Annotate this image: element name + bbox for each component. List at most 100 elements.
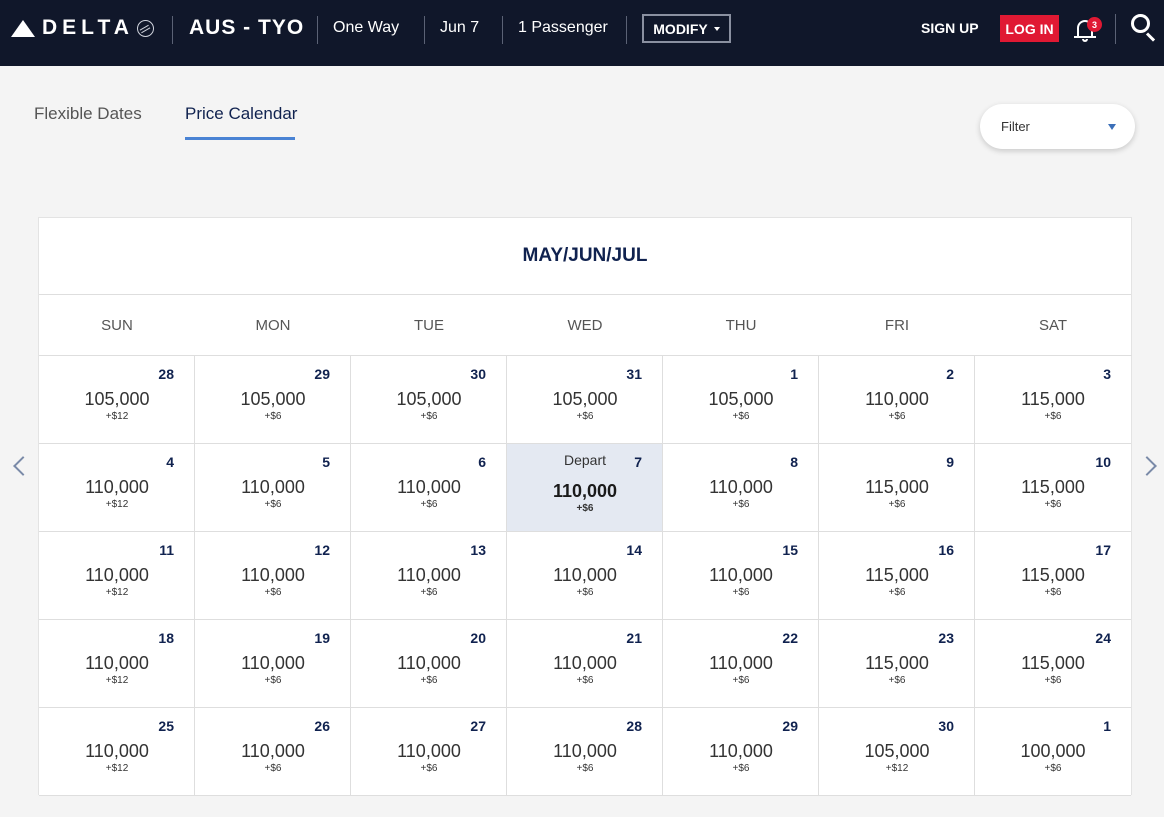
day-number: 12: [314, 542, 330, 558]
tax-fee: +$6: [264, 499, 282, 510]
tax-fee: +$6: [576, 675, 594, 686]
calendar-day-cell[interactable]: 13 110,000 +$6: [351, 532, 507, 620]
tab-price-calendar[interactable]: Price Calendar: [185, 104, 297, 124]
calendar-day-cell[interactable]: 2 110,000 +$6: [819, 356, 975, 444]
miles-price: 115,000: [1021, 565, 1085, 585]
tax-fee: +$6: [576, 587, 594, 598]
miles-price: 105,000: [84, 389, 150, 409]
search-icon[interactable]: [1131, 14, 1157, 42]
calendar-day-cell[interactable]: 17 115,000 +$6: [975, 532, 1131, 620]
calendar-day-cell[interactable]: 10 115,000 +$6: [975, 444, 1131, 532]
trip-type-label: One Way: [333, 19, 400, 36]
tax-fee: +$6: [888, 675, 906, 686]
day-number: 11: [159, 542, 174, 558]
calendar-day-cell[interactable]: 27 110,000 +$6: [351, 708, 507, 796]
filter-label: Filter: [1001, 119, 1030, 134]
calendar-day-cell[interactable]: 24 115,000 +$6: [975, 620, 1131, 708]
calendar-day-cell[interactable]: 28 105,000 +$12: [39, 356, 195, 444]
calendar-day-cell[interactable]: 6 110,000 +$6: [351, 444, 507, 532]
calendar-day-cell[interactable]: 12 110,000 +$6: [195, 532, 351, 620]
day-number: 10: [1095, 454, 1111, 470]
day-number: 24: [1095, 630, 1111, 646]
modify-button[interactable]: MODIFY: [642, 14, 731, 43]
calendar-day-cell[interactable]: 3 115,000 +$6: [975, 356, 1131, 444]
day-number: 19: [314, 630, 330, 646]
day-number: 13: [470, 542, 486, 558]
day-number: 30: [470, 366, 486, 382]
miles-price: 105,000: [240, 389, 306, 409]
calendar-day-cell-selected[interactable]: Depart 7 110,000 +$6: [507, 444, 663, 532]
day-number: 17: [1095, 542, 1111, 558]
miles-price: 110,000: [553, 565, 617, 585]
sign-up-link[interactable]: SIGN UP: [921, 20, 979, 36]
delta-logo[interactable]: DELTA: [11, 16, 154, 40]
calendar-day-cell[interactable]: 1 100,000 +$6: [975, 708, 1131, 796]
calendar-day-cell[interactable]: 16 115,000 +$6: [819, 532, 975, 620]
day-number: 14: [626, 542, 642, 558]
tax-fee: +$6: [732, 499, 750, 510]
calendar-day-cell[interactable]: 20 110,000 +$6: [351, 620, 507, 708]
day-number: 8: [790, 454, 798, 470]
calendar-day-cell[interactable]: 14 110,000 +$6: [507, 532, 663, 620]
miles-price: 115,000: [865, 565, 929, 585]
previous-week-arrow[interactable]: [12, 453, 33, 479]
miles-price: 115,000: [865, 477, 929, 497]
tax-fee: +$6: [888, 587, 906, 598]
day-number: 16: [938, 542, 954, 558]
calendar-month-title: MAY/JUN/JUL: [39, 218, 1131, 295]
day-number: 9: [946, 454, 954, 470]
day-number: 20: [470, 630, 486, 646]
header-divider: [626, 16, 627, 44]
caret-down-icon: [1108, 124, 1116, 130]
calendar-day-cell[interactable]: 4 110,000 +$12: [39, 444, 195, 532]
calendar-day-cell[interactable]: 29 105,000 +$6: [195, 356, 351, 444]
miles-price: 110,000: [709, 477, 773, 497]
miles-price: 110,000: [709, 653, 773, 673]
tax-fee: +$6: [420, 587, 438, 598]
day-number: 18: [158, 630, 174, 646]
tax-fee: +$6: [576, 411, 594, 422]
calendar-day-cell[interactable]: 8 110,000 +$6: [663, 444, 819, 532]
calendar-day-cell[interactable]: 9 115,000 +$6: [819, 444, 975, 532]
calendar-day-cell[interactable]: 1 105,000 +$6: [663, 356, 819, 444]
day-number: 28: [158, 366, 174, 382]
calendar-day-cell[interactable]: 22 110,000 +$6: [663, 620, 819, 708]
calendar-day-cell[interactable]: 15 110,000 +$6: [663, 532, 819, 620]
day-number: 23: [938, 630, 954, 646]
day-number: 4: [166, 454, 174, 470]
miles-price: 110,000: [709, 741, 773, 761]
day-number: 30: [938, 718, 954, 734]
miles-price: 110,000: [85, 653, 149, 673]
tab-flexible-dates[interactable]: Flexible Dates: [34, 104, 142, 124]
calendar-day-cell[interactable]: 21 110,000 +$6: [507, 620, 663, 708]
tax-fee: +$6: [264, 411, 282, 422]
day-number: 2: [946, 366, 954, 382]
miles-price: 110,000: [553, 741, 617, 761]
day-number: 21: [626, 630, 642, 646]
calendar-day-cell[interactable]: 30 105,000 +$12: [819, 708, 975, 796]
miles-price: 110,000: [397, 653, 461, 673]
calendar-day-cell[interactable]: 25 110,000 +$12: [39, 708, 195, 796]
day-number: 29: [314, 366, 330, 382]
calendar-day-cell[interactable]: 31 105,000 +$6: [507, 356, 663, 444]
day-number: 3: [1103, 366, 1111, 382]
log-in-button[interactable]: LOG IN: [1000, 15, 1059, 42]
calendar-day-cell[interactable]: 30 105,000 +$6: [351, 356, 507, 444]
calendar-day-cell[interactable]: 29 110,000 +$6: [663, 708, 819, 796]
calendar-day-cell[interactable]: 26 110,000 +$6: [195, 708, 351, 796]
calendar-day-cell[interactable]: 5 110,000 +$6: [195, 444, 351, 532]
header-divider: [1115, 14, 1116, 44]
active-tab-indicator: [185, 137, 295, 140]
calendar-day-cell[interactable]: 11 110,000 +$12: [39, 532, 195, 620]
calendar-day-cell[interactable]: 28 110,000 +$6: [507, 708, 663, 796]
next-week-arrow[interactable]: [1137, 453, 1157, 479]
miles-price: 110,000: [865, 389, 929, 409]
calendar-day-cell[interactable]: 23 115,000 +$6: [819, 620, 975, 708]
tax-fee: +$12: [105, 587, 129, 598]
miles-price: 105,000: [552, 389, 618, 409]
filter-dropdown[interactable]: Filter: [980, 104, 1135, 149]
tax-fee: +$6: [264, 675, 282, 686]
calendar-day-cell[interactable]: 18 110,000 +$12: [39, 620, 195, 708]
miles-price: 110,000: [397, 477, 461, 497]
calendar-day-cell[interactable]: 19 110,000 +$6: [195, 620, 351, 708]
